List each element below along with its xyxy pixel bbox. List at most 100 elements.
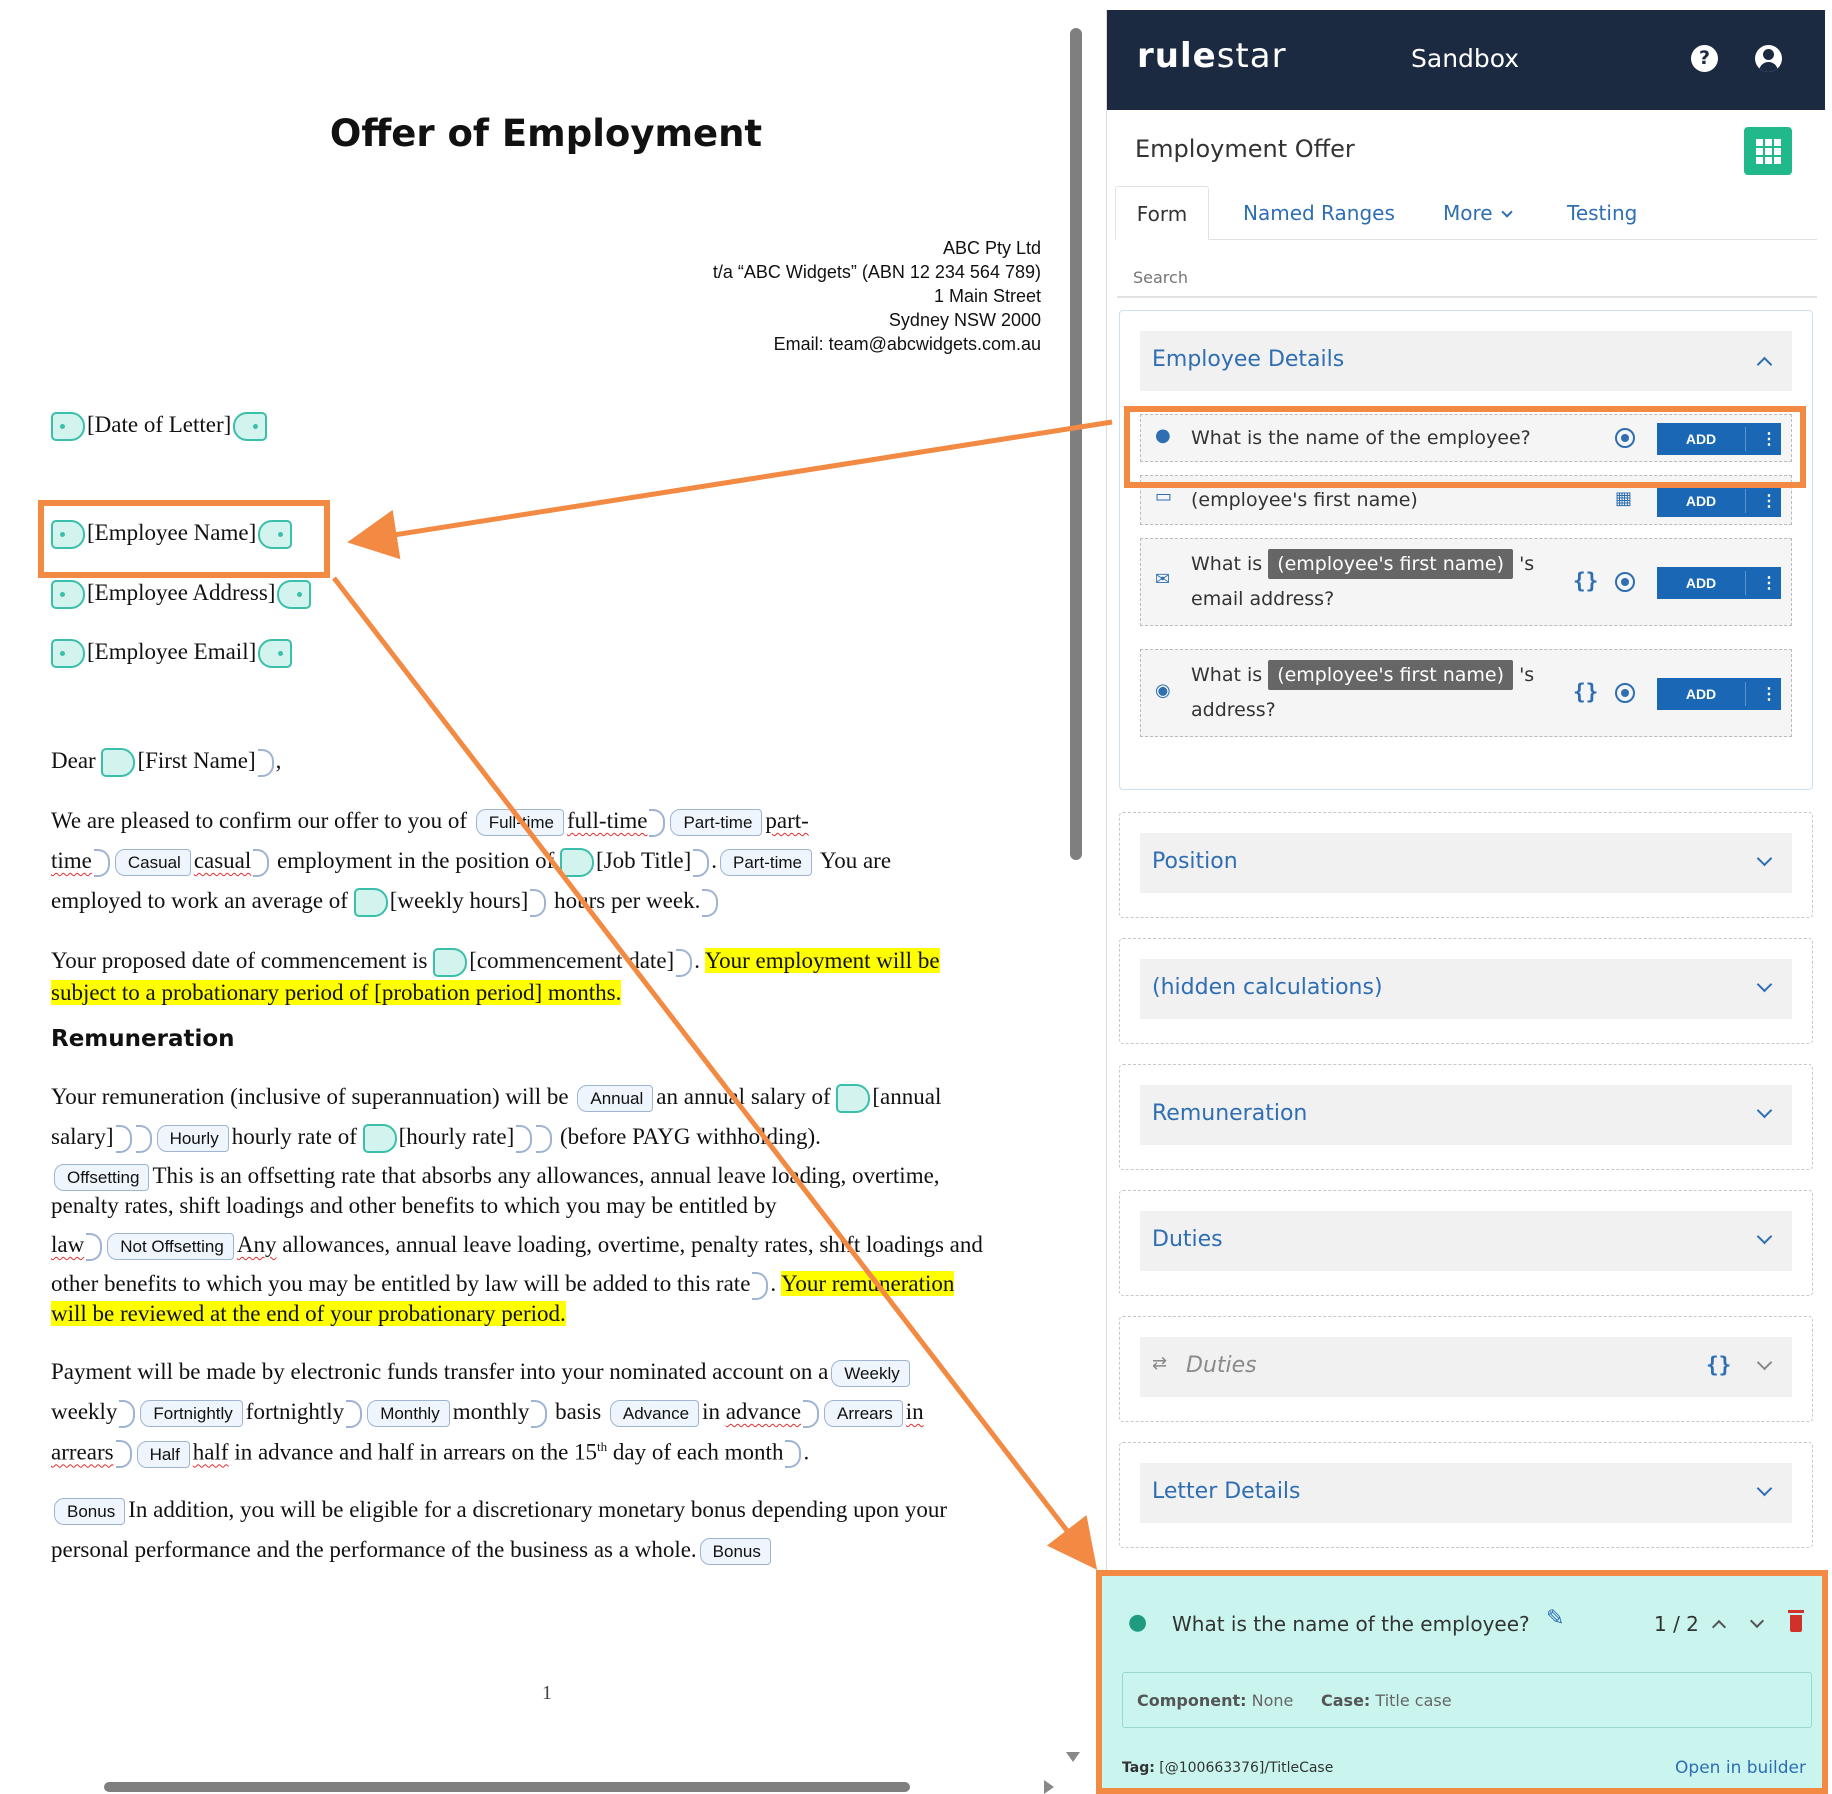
more-icon[interactable]: ⋮ (1761, 573, 1777, 593)
field-marker-end[interactable] (233, 412, 268, 442)
tag-annual[interactable]: Annual (577, 1085, 654, 1113)
locate-icon[interactable] (1615, 683, 1635, 703)
field-marker-start[interactable] (51, 580, 85, 610)
braces-icon[interactable]: {} (1573, 569, 1598, 593)
tag-arrears[interactable]: Arrears (824, 1400, 903, 1428)
field-marker-start[interactable] (560, 848, 595, 878)
more-icon[interactable]: ⋮ (1761, 684, 1777, 704)
field-end-marker[interactable] (676, 948, 693, 977)
tag-end-marker[interactable] (346, 1399, 363, 1428)
section-header[interactable]: Letter Details (1140, 1463, 1792, 1523)
field-end-marker[interactable] (115, 1124, 132, 1153)
field-marker-start[interactable] (51, 639, 85, 669)
search-input[interactable] (1117, 258, 1817, 298)
commencement-date-field[interactable]: [commencement date] (469, 948, 674, 973)
tag-end-marker[interactable] (752, 1271, 769, 1300)
question-email[interactable]: ✉ What is (employee's first name) 's ema… (1140, 538, 1792, 626)
employee-address-field[interactable]: [Employee Address] (87, 580, 275, 605)
tag-half[interactable]: Half (136, 1440, 190, 1468)
locate-icon[interactable] (1615, 572, 1635, 592)
tag-fortnightly[interactable]: Fortnightly (140, 1400, 243, 1428)
document-horizontal-scrollbar[interactable] (104, 1782, 910, 1792)
field-marker-start[interactable] (101, 748, 136, 778)
employee-email-field[interactable]: [Employee Email] (87, 639, 256, 664)
scroll-right-arrow-icon[interactable] (1044, 1780, 1054, 1794)
tag-bonus-end[interactable]: Bonus (699, 1538, 771, 1566)
tag-bonus[interactable]: Bonus (54, 1498, 126, 1526)
add-button[interactable]: ADD ⋮ (1657, 567, 1781, 599)
more-icon[interactable]: ⋮ (1761, 491, 1777, 511)
tab-more[interactable]: More (1443, 186, 1513, 240)
field-end-marker[interactable] (530, 888, 547, 917)
tag-advance[interactable]: Advance (609, 1400, 700, 1428)
tab-named-ranges[interactable]: Named Ranges (1243, 186, 1395, 240)
tag-offsetting[interactable]: Offsetting (54, 1164, 150, 1192)
tag-casual[interactable]: Casual (114, 849, 191, 877)
add-button[interactable]: ADD ⋮ (1657, 678, 1781, 710)
date-of-letter-field[interactable]: [Date of Letter] (87, 412, 231, 437)
section-header[interactable]: ⇄ Duties {} (1140, 1337, 1792, 1397)
braces-icon[interactable]: {} (1706, 1353, 1731, 1377)
field-marker-start[interactable] (433, 948, 468, 978)
tag-hourly[interactable]: Hourly (156, 1125, 229, 1153)
tag-end-marker[interactable] (536, 1124, 553, 1153)
weekly-hours-field[interactable]: [weekly hours] (390, 888, 529, 913)
tag-end-marker[interactable] (803, 1399, 820, 1428)
chevron-down-icon[interactable] (1756, 976, 1773, 993)
field-end-marker[interactable] (516, 1124, 533, 1153)
section-header[interactable]: Employee Details (1140, 331, 1792, 391)
tab-form[interactable]: Form (1115, 186, 1209, 240)
section-header[interactable]: Position (1140, 833, 1792, 893)
field-marker-start[interactable] (362, 1124, 397, 1154)
section-header[interactable]: Remuneration (1140, 1085, 1792, 1145)
scroll-down-arrow-icon[interactable] (1066, 1752, 1080, 1762)
field-marker-start[interactable] (836, 1084, 871, 1114)
calculator-icon[interactable]: ▦ (1615, 488, 1632, 509)
tag-end-marker[interactable] (119, 1399, 136, 1428)
help-icon[interactable]: ? (1691, 45, 1718, 72)
trash-icon[interactable] (1788, 1610, 1804, 1632)
tag-monthly[interactable]: Monthly (367, 1400, 450, 1428)
annual-salary-field[interactable]: [annual (872, 1084, 941, 1109)
field-end-marker[interactable] (257, 748, 274, 777)
tag-part-time-2[interactable]: Part-time (720, 849, 812, 877)
tag-end-marker[interactable] (135, 1124, 152, 1153)
tag-end-marker[interactable] (531, 1399, 548, 1428)
tag-full-time[interactable]: Full-time (475, 809, 564, 837)
tag-end-marker[interactable] (253, 848, 270, 877)
chevron-down-icon[interactable] (1756, 1102, 1773, 1119)
section-header[interactable]: (hidden calculations) (1140, 959, 1792, 1019)
hourly-rate-field[interactable]: [hourly rate] (399, 1124, 515, 1149)
braces-icon[interactable]: {} (1573, 680, 1598, 704)
chevron-down-icon[interactable] (1756, 1480, 1773, 1497)
field-marker-start[interactable] (353, 888, 388, 918)
field-end-marker[interactable] (693, 848, 710, 877)
pencil-icon[interactable]: ✎ (1546, 1606, 1564, 1631)
tag-weekly[interactable]: Weekly (831, 1360, 910, 1388)
tag-end-marker[interactable] (86, 1232, 103, 1261)
chevron-down-icon[interactable] (1756, 1228, 1773, 1245)
chevron-up-icon[interactable] (1711, 1619, 1727, 1635)
field-marker-end[interactable] (258, 639, 293, 669)
add-button[interactable]: ADD ⋮ (1657, 485, 1781, 517)
open-in-builder-link[interactable]: Open in builder (1675, 1758, 1806, 1778)
job-title-field[interactable]: [Job Title] (596, 848, 691, 873)
chevron-down-icon[interactable] (1756, 850, 1773, 867)
grid-menu-button[interactable] (1744, 127, 1792, 175)
tag-not-offsetting[interactable]: Not Offsetting (107, 1233, 234, 1261)
chevron-down-icon[interactable] (1756, 1354, 1773, 1371)
tag-end-marker[interactable] (115, 1440, 132, 1469)
first-name-field[interactable]: [First Name] (137, 748, 255, 773)
tag-end-marker[interactable] (649, 808, 666, 837)
tag-end-marker[interactable] (93, 848, 110, 877)
document-pane[interactable]: Offer of Employment ABC Pty Ltd t/a “ABC… (0, 0, 1068, 1794)
chevron-down-icon[interactable] (1749, 1613, 1765, 1629)
chevron-up-icon[interactable] (1756, 356, 1773, 373)
section-header[interactable]: Duties (1140, 1211, 1792, 1271)
question-address[interactable]: ◉ What is (employee's first name) 's add… (1140, 649, 1792, 737)
field-marker-end[interactable] (277, 580, 312, 610)
tag-end-marker[interactable] (702, 888, 719, 917)
field-marker-start[interactable] (51, 412, 85, 442)
document-vertical-scrollbar[interactable] (1070, 28, 1082, 860)
tab-testing[interactable]: Testing (1567, 186, 1637, 240)
